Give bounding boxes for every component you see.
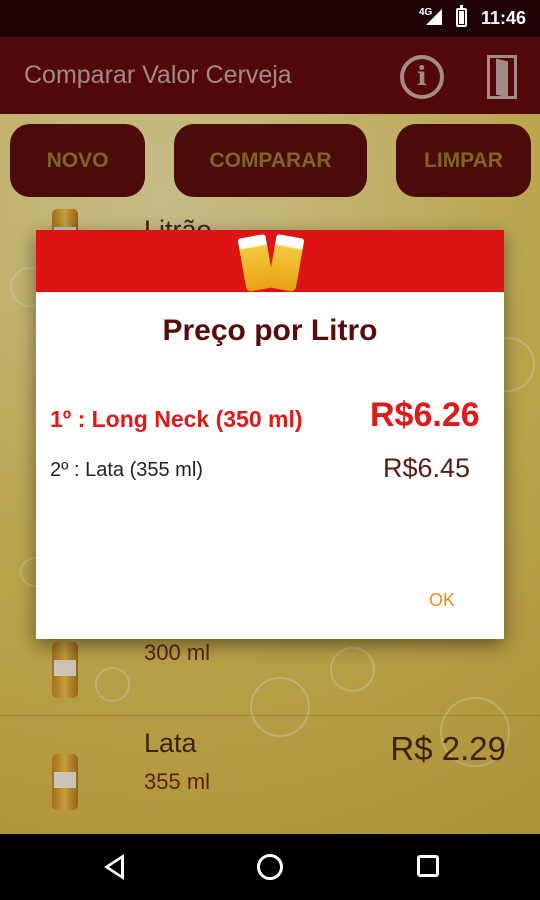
- beer-glasses-icon: [236, 230, 308, 293]
- second-place-label: 2º : Lata (355 ml): [50, 459, 203, 481]
- price-per-liter-dialog: Preço por Litro 1º : Long Neck (350 ml) …: [36, 230, 504, 639]
- status-bar: 4G 11:46: [0, 0, 540, 37]
- clock: 11:46: [481, 8, 527, 28]
- first-place-label: 1º : Long Neck (350 ml): [50, 406, 303, 432]
- navigation-bar: [0, 834, 540, 900]
- nav-recent-icon[interactable]: [417, 855, 439, 877]
- battery-icon: [456, 5, 467, 27]
- nav-home-icon[interactable]: [257, 854, 283, 880]
- nav-back-icon[interactable]: [104, 854, 124, 880]
- ok-button[interactable]: OK: [419, 582, 465, 618]
- dialog-header: [36, 230, 504, 293]
- signal-icon: [426, 9, 442, 25]
- dialog-title: Preço por Litro: [162, 314, 378, 347]
- second-place-price: R$6.45: [383, 453, 471, 483]
- first-place-price: R$6.26: [370, 396, 480, 434]
